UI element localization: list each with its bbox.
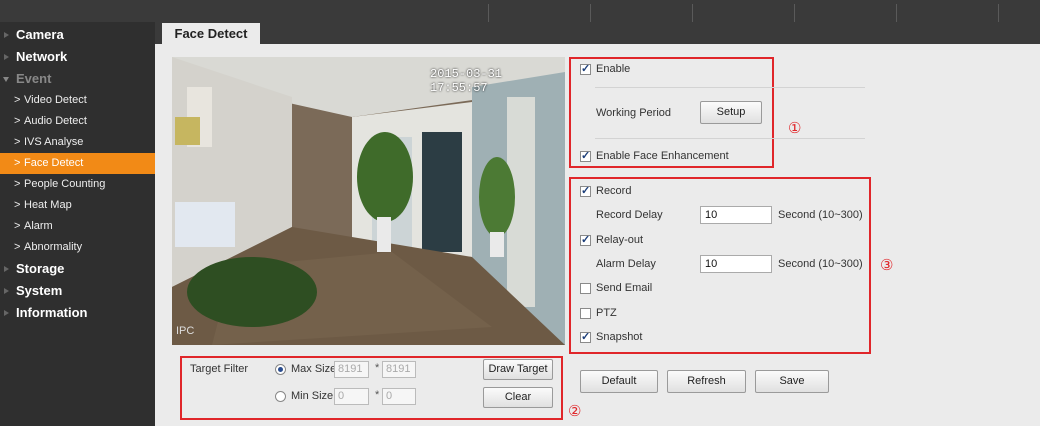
record-delay-unit: Second (10~300): [778, 209, 863, 221]
record-label: Record: [596, 185, 632, 197]
chevron-right-icon: >: [14, 115, 21, 127]
sidebar-item-ivs-analyse[interactable]: > IVS Analyse: [0, 132, 155, 153]
snapshot-checkbox[interactable]: [580, 330, 591, 343]
alarm-delay-unit: Second (10~300): [778, 258, 863, 270]
sidebar-item-heat-map[interactable]: > Heat Map: [0, 195, 155, 216]
sidebar-item-abnormality[interactable]: > Abnormality: [0, 237, 155, 258]
chevron-right-icon: >: [14, 178, 21, 190]
relay-out-checkbox[interactable]: [580, 233, 591, 246]
divider: [595, 138, 865, 139]
collapsed-arrow-icon: [4, 54, 9, 60]
enable-checkbox[interactable]: [580, 62, 591, 75]
chevron-right-icon: >: [14, 199, 21, 211]
collapsed-arrow-icon: [4, 310, 9, 316]
send-email-label: Send Email: [596, 282, 653, 294]
collapsed-arrow-icon: [4, 266, 9, 272]
face-enhancement-checkbox[interactable]: [580, 149, 591, 162]
record-delay-label: Record Delay: [596, 209, 663, 221]
save-button[interactable]: Save: [755, 370, 829, 393]
default-button[interactable]: Default: [580, 370, 658, 393]
ptz-label: PTZ: [596, 307, 617, 319]
enable-label: Enable: [596, 63, 631, 75]
main-panel: Face Detect 2015-03-31 17:55:57 IPC Targ…: [155, 22, 1040, 426]
sidebar-item-system[interactable]: System: [0, 280, 155, 302]
record-delay-input[interactable]: 10: [700, 206, 772, 224]
send-email-checkbox[interactable]: [580, 283, 591, 294]
sidebar-item-storage[interactable]: Storage: [0, 258, 155, 280]
divider: [595, 87, 865, 88]
refresh-button[interactable]: Refresh: [667, 370, 746, 393]
snapshot-label: Snapshot: [596, 331, 643, 343]
sidebar: Camera Network Event > Video Detect > Audi…: [0, 22, 155, 426]
record-checkbox[interactable]: [580, 184, 591, 197]
top-header-bar: [0, 0, 1040, 22]
video-timestamp: 2015-03-31 17:55:57: [430, 67, 503, 95]
tab-face-detect[interactable]: Face Detect: [162, 23, 260, 44]
sidebar-item-face-detect[interactable]: > Face Detect: [0, 153, 155, 174]
chevron-right-icon: >: [14, 241, 21, 253]
annotation-marker-2: ②: [568, 403, 582, 420]
sidebar-item-camera[interactable]: Camera: [0, 24, 155, 46]
face-enhancement-label: Enable Face Enhancement: [596, 150, 729, 162]
relay-out-label: Relay-out: [596, 234, 644, 246]
sidebar-item-alarm[interactable]: > Alarm: [0, 216, 155, 237]
annotation-marker-3: ③: [880, 257, 894, 274]
camera-scene-image: [172, 57, 565, 345]
chevron-right-icon: >: [14, 157, 21, 169]
annotation-marker-1: ①: [788, 120, 802, 137]
collapsed-arrow-icon: [4, 32, 9, 38]
alarm-delay-label: Alarm Delay: [596, 258, 656, 270]
chevron-right-icon: >: [14, 94, 21, 106]
annotation-box-2: [180, 356, 563, 420]
chevron-right-icon: >: [14, 136, 21, 148]
video-overlay-label: IPC: [176, 325, 195, 337]
expanded-arrow-icon: [3, 77, 9, 82]
alarm-delay-input[interactable]: 10: [700, 255, 772, 273]
sidebar-item-audio-detect[interactable]: > Audio Detect: [0, 111, 155, 132]
sidebar-item-network[interactable]: Network: [0, 46, 155, 68]
collapsed-arrow-icon: [4, 288, 9, 294]
video-preview[interactable]: 2015-03-31 17:55:57 IPC: [172, 57, 565, 345]
working-period-label: Working Period: [596, 107, 671, 119]
sidebar-item-video-detect[interactable]: > Video Detect: [0, 90, 155, 111]
tab-bar: Face Detect: [155, 22, 1040, 44]
chevron-right-icon: >: [14, 220, 21, 232]
setup-button[interactable]: Setup: [700, 101, 762, 124]
sidebar-item-event[interactable]: Event: [0, 68, 155, 90]
sidebar-item-people-counting[interactable]: > People Counting: [0, 174, 155, 195]
sidebar-item-information[interactable]: Information: [0, 302, 155, 324]
ptz-checkbox[interactable]: [580, 308, 591, 319]
